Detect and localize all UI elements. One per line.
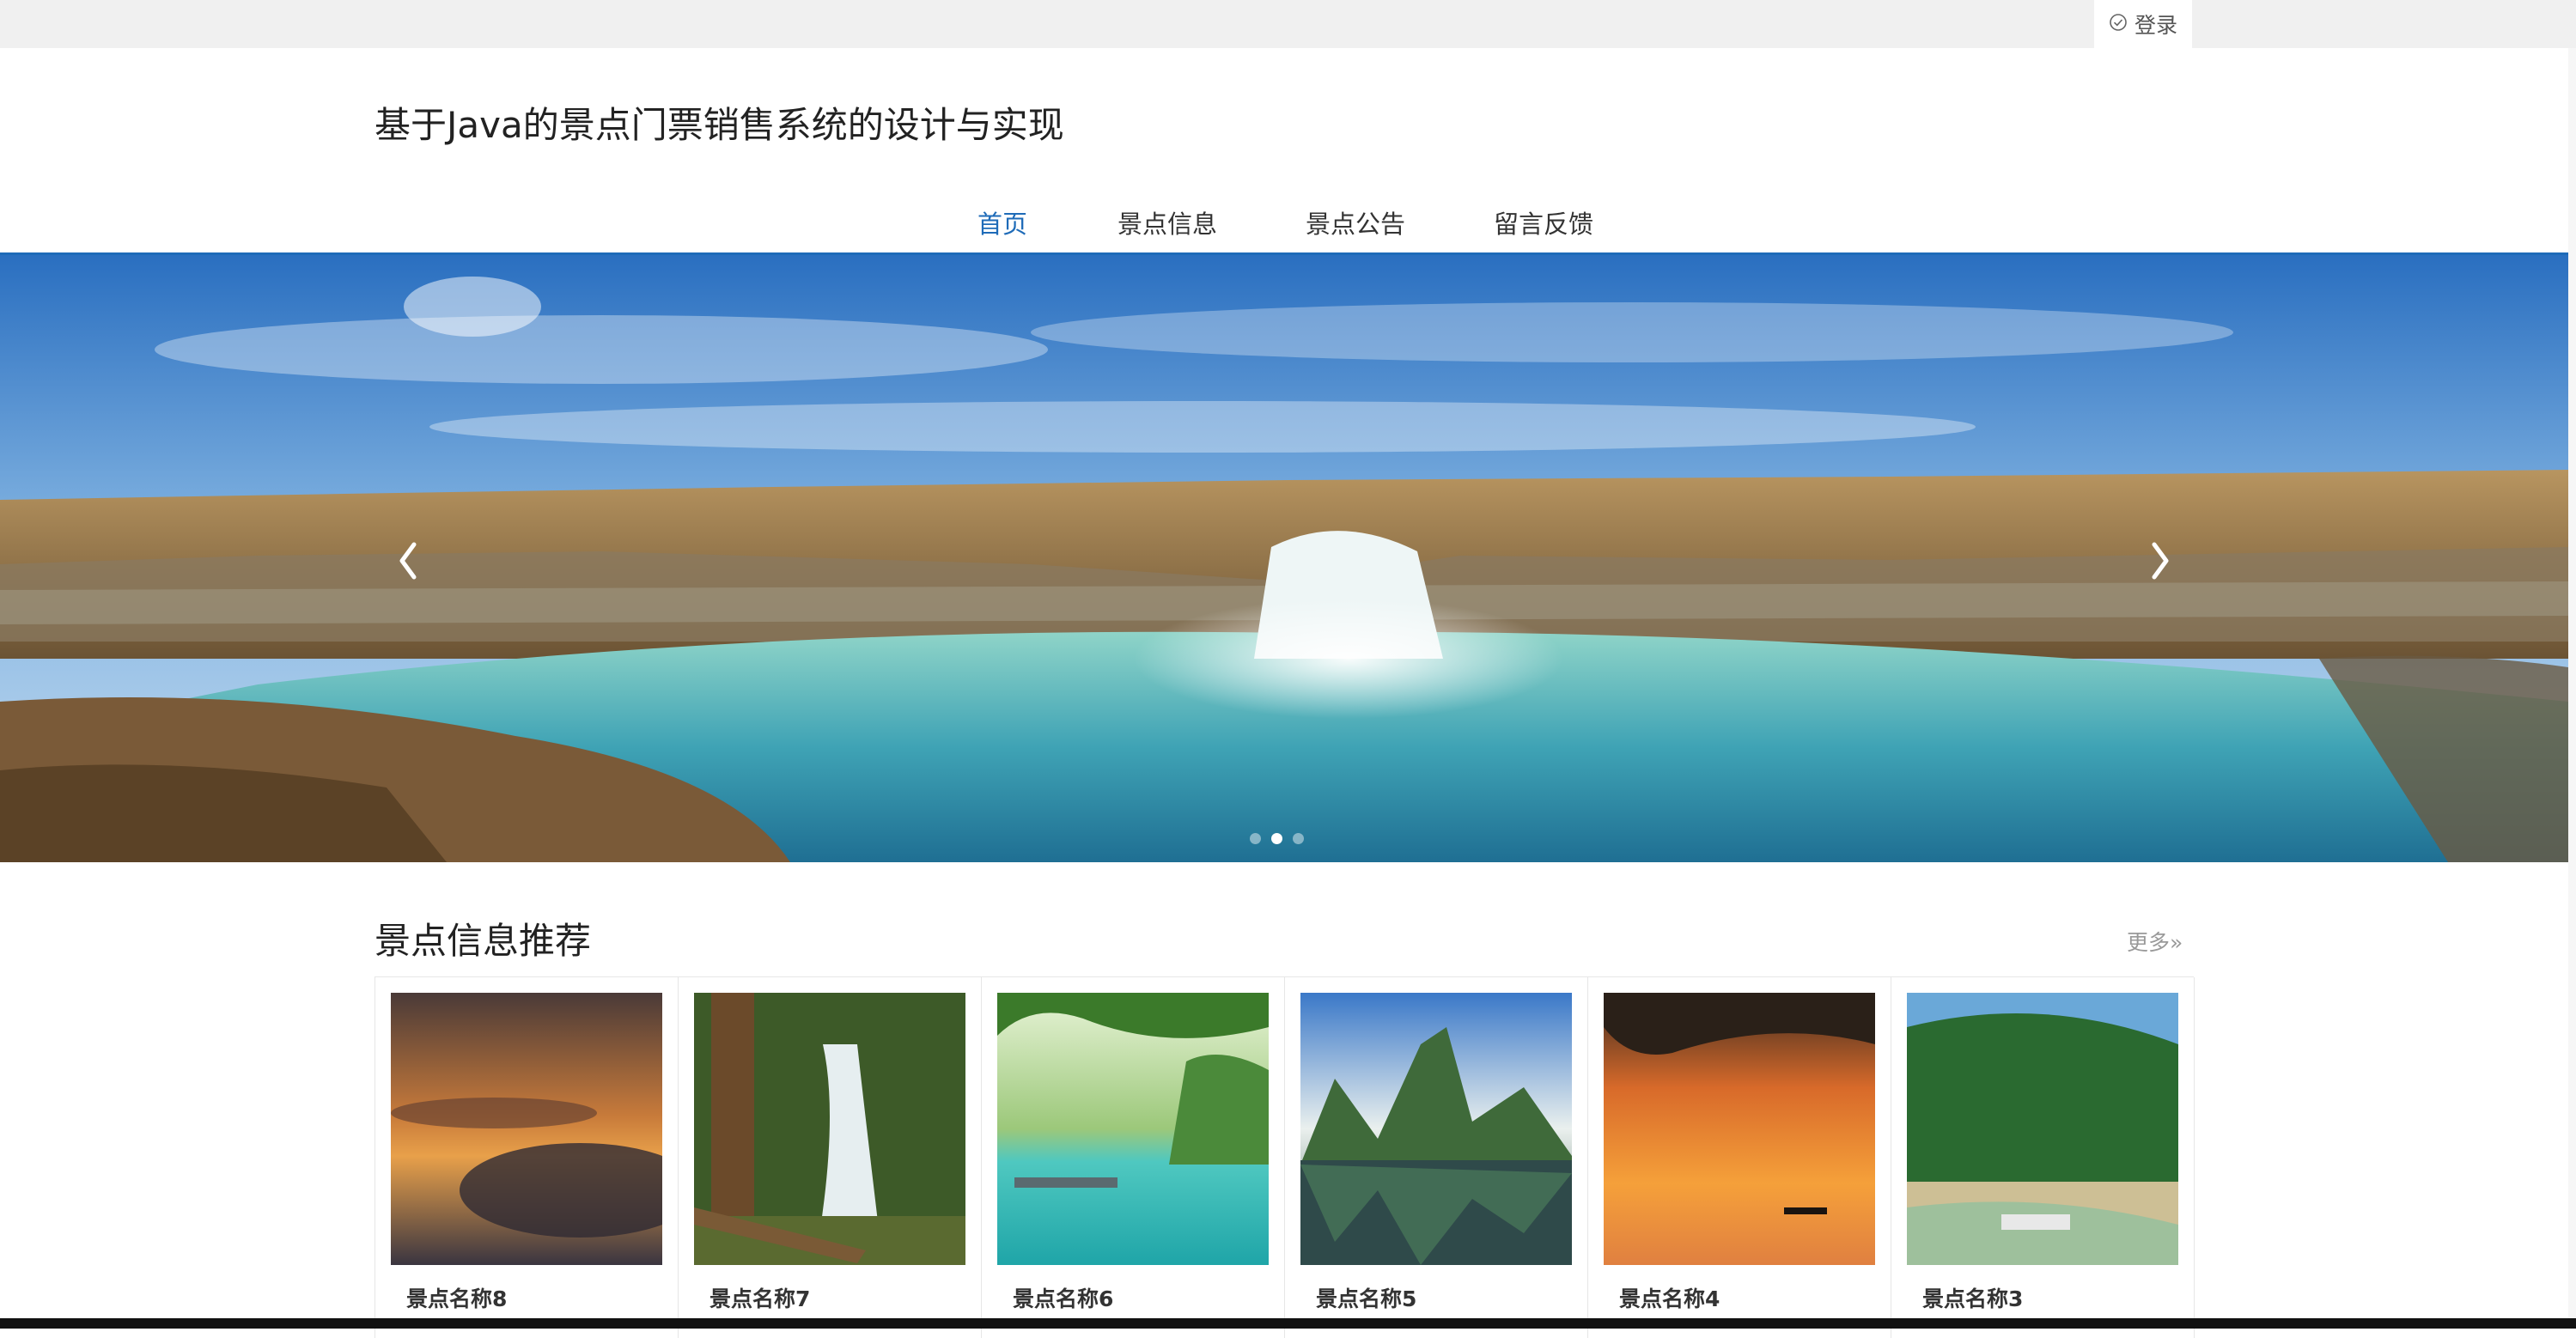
nav-item-feedback[interactable]: 留言反馈 — [1494, 204, 1593, 240]
scenic-name: 景点名称3 — [1922, 1286, 2024, 1311]
sunset-sky-image — [391, 993, 662, 1265]
scenic-card[interactable]: 景点名称6 — [982, 977, 1285, 1338]
carousel-dot[interactable] — [1250, 833, 1261, 844]
carousel-next-button[interactable] — [2143, 532, 2177, 593]
bottom-edge — [0, 1318, 2576, 1329]
carousel-dot[interactable] — [1293, 833, 1304, 844]
waterfall-banner-image — [0, 255, 2568, 862]
scenic-name: 景点名称4 — [1619, 1286, 1720, 1311]
scenic-card[interactable]: 景点名称5 — [1285, 977, 1588, 1338]
chevron-right-icon — [2146, 539, 2175, 586]
forest-waterfall-image — [694, 993, 965, 1265]
scenic-card[interactable]: 景点名称7 — [679, 977, 982, 1338]
scenic-name: 景点名称8 — [406, 1286, 508, 1311]
section-title: 景点信息推荐 — [375, 920, 592, 962]
more-link[interactable]: 更多» — [2127, 926, 2183, 957]
sunset-boat-image — [1604, 993, 1875, 1265]
scenic-thumbnail — [391, 993, 662, 1265]
carousel-indicators — [1250, 833, 1304, 844]
carousel-banner[interactable] — [0, 255, 2568, 862]
check-circle-icon — [2109, 12, 2128, 37]
scenic-thumbnail — [1604, 993, 1875, 1265]
site-title: 基于Java的景点门票销售系统的设计与实现 — [375, 104, 1064, 146]
nav-item-scenic-notice[interactable]: 景点公告 — [1306, 204, 1405, 240]
nav-item-scenic-info[interactable]: 景点信息 — [1117, 204, 1217, 240]
login-button[interactable]: 登录 — [2094, 0, 2192, 48]
scenic-name: 景点名称5 — [1316, 1286, 1417, 1311]
scenic-name: 景点名称7 — [709, 1286, 811, 1311]
scenic-thumbnail — [694, 993, 965, 1265]
scenic-card-list: 景点名称8 景点名称7 景点名称6 景点名称5 景点名称4 景点名称3 — [375, 976, 2195, 1338]
nav-item-home[interactable]: 首页 — [977, 204, 1027, 240]
page-scrollbar[interactable] — [2568, 48, 2576, 1318]
tropical-lagoon-image — [997, 993, 1269, 1265]
scenic-card[interactable]: 景点名称3 — [1891, 977, 2195, 1338]
main-nav: 首页 景点信息 景点公告 留言反馈 — [0, 204, 2576, 252]
login-label: 登录 — [2134, 13, 2177, 38]
carousel-dot-active[interactable] — [1271, 833, 1282, 844]
scenic-card[interactable]: 景点名称4 — [1588, 977, 1891, 1338]
scenic-name: 景点名称6 — [1013, 1286, 1114, 1311]
carousel-prev-button[interactable] — [391, 532, 425, 593]
chevron-left-icon — [393, 539, 423, 586]
scenic-thumbnail — [1300, 993, 1572, 1265]
palm-beach-image — [1907, 993, 2178, 1265]
scenic-thumbnail — [997, 993, 1269, 1265]
scenic-card[interactable]: 景点名称8 — [375, 977, 679, 1338]
karst-mountain-lake-image — [1300, 993, 1572, 1265]
scenic-thumbnail — [1907, 993, 2178, 1265]
